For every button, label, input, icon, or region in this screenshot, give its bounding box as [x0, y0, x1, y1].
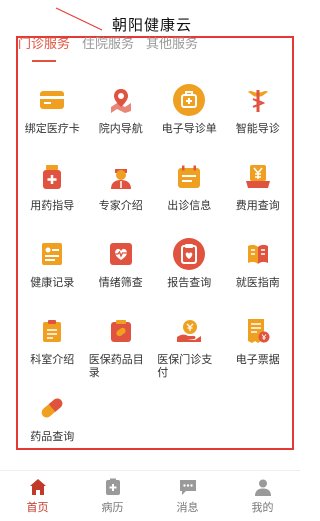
- doctor-icon: [105, 161, 137, 193]
- calendar-icon: [173, 161, 205, 193]
- grid-item-label: 就医指南: [235, 276, 280, 289]
- grid-item-health-record[interactable]: 健康记录: [18, 226, 87, 303]
- yen-tray-icon: [242, 161, 274, 193]
- grid-item-navigation[interactable]: 院内导航: [87, 72, 156, 149]
- grid-item-medication[interactable]: 用药指导: [18, 149, 87, 226]
- grid-item-label: 电子票据: [235, 353, 280, 366]
- grid-item-label: 药品查询: [30, 430, 75, 443]
- tabbar-label: 我的: [251, 500, 274, 514]
- grid-item-emotion[interactable]: 情绪筛查: [87, 226, 156, 303]
- service-grid: 绑定医疗卡 院内导航 电子导诊单 智能导诊 用药指导 专家介绍 出诊信息 费用查…: [18, 72, 292, 457]
- pill-box-icon: [105, 315, 137, 347]
- user-icon: [254, 479, 271, 496]
- tab-other[interactable]: 其他服务: [146, 33, 198, 58]
- caduceus-icon: [242, 84, 274, 116]
- medical-bag-icon: [173, 84, 206, 116]
- bottom-tabbar: 首页 病历 消息 我的: [0, 470, 300, 521]
- grid-item-experts[interactable]: 专家介绍: [87, 149, 156, 226]
- grid-item-guide[interactable]: 就医指南: [224, 226, 293, 303]
- tabbar-home[interactable]: 首页: [8, 478, 68, 515]
- grid-item-label: 费用查询: [235, 199, 280, 212]
- service-tabs: 门诊服务 住院服务 其他服务: [18, 34, 278, 58]
- grid-item-label: 智能导诊: [235, 122, 280, 135]
- message-icon: [179, 479, 196, 495]
- grid-item-e-receipt[interactable]: 电子票据: [224, 303, 293, 380]
- card-icon: [36, 84, 68, 116]
- grid-item-label: 院内导航: [98, 122, 143, 135]
- tab-inpatient[interactable]: 住院服务: [82, 33, 134, 58]
- grid-item-payment[interactable]: 医保门诊支付: [155, 303, 224, 380]
- tabbar-me[interactable]: 我的: [233, 478, 293, 515]
- grid-item-report[interactable]: 报告查询: [155, 226, 224, 303]
- grid-item-departments[interactable]: 科室介绍: [18, 303, 87, 380]
- tabbar-label: 首页: [26, 500, 49, 514]
- grid-item-fees[interactable]: 费用查询: [224, 149, 293, 226]
- grid-item-bind-card[interactable]: 绑定医疗卡: [18, 72, 87, 149]
- tabbar-label: 病历: [101, 500, 124, 514]
- grid-item-label: 电子导诊单: [161, 122, 217, 135]
- grid-item-label: 报告查询: [167, 276, 212, 289]
- grid-item-label: 用药指导: [30, 199, 75, 212]
- map-pin-icon: [105, 84, 137, 116]
- capsule-icon: [36, 392, 68, 424]
- notebook-icon: [36, 238, 68, 270]
- grid-item-label: 出诊信息: [167, 199, 212, 212]
- medicine-bottle-icon: [36, 161, 68, 193]
- tab-outpatient[interactable]: 门诊服务: [18, 33, 70, 58]
- book-icon: [242, 238, 274, 270]
- app-title: 朝阳健康云: [112, 16, 193, 34]
- grid-item-label: 医保门诊支付: [157, 353, 213, 379]
- heart-monitor-icon: [105, 238, 137, 270]
- report-icon: [173, 238, 206, 270]
- grid-item-label: 情绪筛查: [98, 276, 143, 289]
- grid-item-smart-guide[interactable]: 智能导诊: [224, 72, 293, 149]
- hand-coin-icon: [173, 315, 205, 347]
- home-icon: [29, 478, 46, 495]
- tabbar-records[interactable]: 病历: [83, 478, 143, 515]
- grid-item-label: 专家介绍: [98, 199, 143, 212]
- grid-item-label: 健康记录: [30, 276, 75, 289]
- grid-item-label: 医保药品目录: [88, 353, 144, 379]
- grid-item-schedule[interactable]: 出诊信息: [155, 149, 224, 226]
- grid-item-drug-search[interactable]: 药品查询: [18, 380, 87, 457]
- medical-record-icon: [105, 478, 120, 495]
- grid-item-drug-catalog[interactable]: 医保药品目录: [87, 303, 156, 380]
- tabbar-label: 消息: [176, 500, 199, 514]
- tabbar-messages[interactable]: 消息: [158, 478, 218, 515]
- receipt-icon: [242, 315, 274, 347]
- clipboard-icon: [36, 315, 68, 347]
- grid-item-label: 科室介绍: [30, 353, 75, 366]
- grid-item-label: 绑定医疗卡: [24, 122, 80, 135]
- grid-item-e-guide[interactable]: 电子导诊单: [155, 72, 224, 149]
